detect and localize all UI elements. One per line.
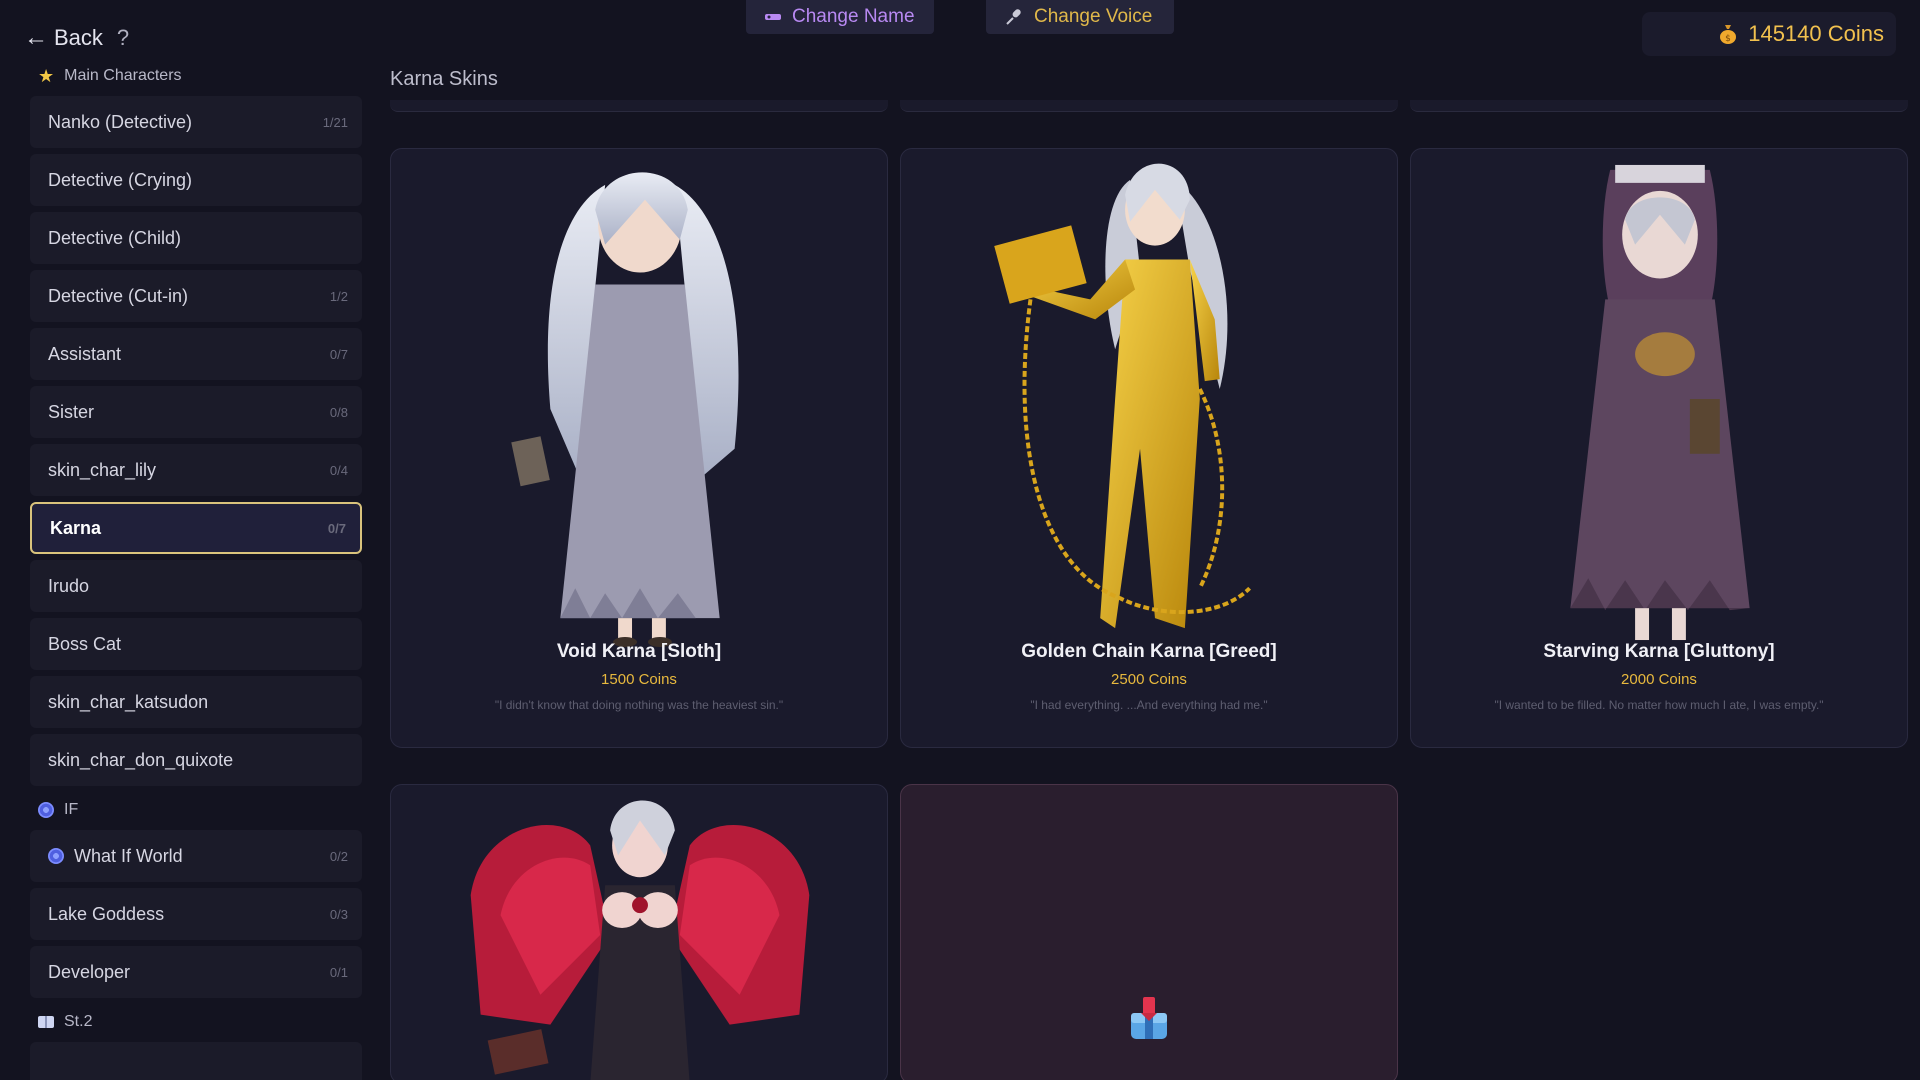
group-title: St.2 bbox=[64, 1013, 93, 1030]
skin-card-locked[interactable] bbox=[900, 784, 1398, 1080]
character-portrait-void-karna bbox=[511, 172, 739, 647]
skin-info: Golden Chain Karna [Greed] 2500 Coins "I… bbox=[901, 641, 1397, 712]
arrow-left-icon: ← bbox=[24, 24, 48, 51]
gift-box-icon bbox=[1131, 997, 1167, 1039]
sidebar-item-developer[interactable]: Developer 0/1 bbox=[30, 946, 362, 998]
section-title: Karna Skins bbox=[390, 68, 498, 90]
sidebar-item-label: Nanko (Detective) bbox=[48, 111, 193, 132]
sidebar-item-label: skin_char_don_quixote bbox=[48, 749, 234, 770]
previous-row-card-edge bbox=[900, 100, 1398, 112]
sidebar-item-label: Karna bbox=[50, 517, 102, 538]
group-header-st2: St.2 bbox=[28, 1008, 364, 1036]
sidebar-item-boss-cat[interactable]: Boss Cat bbox=[30, 618, 362, 670]
sidebar-item-irudo[interactable]: Irudo bbox=[30, 560, 362, 612]
skin-price: 2500 Coins bbox=[1111, 671, 1187, 688]
group-title: Main Characters bbox=[64, 67, 182, 84]
sidebar-item-label: Developer bbox=[48, 961, 131, 982]
sidebar-item-count: 1/2 bbox=[329, 288, 348, 304]
help-icon[interactable]: ? bbox=[117, 25, 129, 51]
sidebar-item-label: What If World bbox=[74, 845, 183, 866]
group-title: IF bbox=[64, 801, 79, 818]
sidebar-item-label: Detective (Cut-in) bbox=[48, 285, 189, 306]
sidebar-item-lake-goddess[interactable]: Lake Goddess 0/3 bbox=[30, 888, 362, 940]
change-voice-button[interactable]: Change Voice bbox=[986, 0, 1174, 34]
coin-bag-icon: $ bbox=[1720, 25, 1737, 44]
sidebar-item-label: Detective (Child) bbox=[48, 227, 182, 248]
sidebar-item-skin-char-don-quixote[interactable]: skin_char_don_quixote bbox=[30, 734, 362, 786]
svg-text:$: $ bbox=[1725, 34, 1731, 44]
skin-info: Void Karna [Sloth] 1500 Coins "I didn't … bbox=[391, 641, 887, 712]
skin-info: Starving Karna [Gluttony] 2000 Coins "I … bbox=[1411, 641, 1907, 712]
skin-name: Golden Chain Karna [Greed] bbox=[1021, 641, 1277, 662]
microphone-icon bbox=[1006, 9, 1021, 25]
sidebar-item-label-group: What If World bbox=[48, 846, 183, 867]
skin-name: Void Karna [Sloth] bbox=[556, 641, 722, 662]
swirl-icon bbox=[38, 802, 54, 818]
sidebar-item-label: skin_char_lily bbox=[48, 459, 157, 480]
sidebar-item-label: Assistant bbox=[48, 343, 122, 364]
skin-quote: "I had everything. ...And everything had… bbox=[1030, 698, 1268, 712]
previous-row-card-edge bbox=[1410, 100, 1908, 112]
character-portrait-red-feather-karna bbox=[470, 800, 810, 1080]
sidebar-item-count: 0/7 bbox=[329, 346, 348, 362]
sidebar-item-assistant[interactable]: Assistant 0/7 bbox=[30, 328, 362, 380]
sidebar-item-partial[interactable] bbox=[30, 1042, 362, 1080]
skin-card-void-karna[interactable]: Void Karna [Sloth] 1500 Coins "I didn't … bbox=[390, 148, 888, 748]
sidebar-item-skin-char-katsudon[interactable]: skin_char_katsudon bbox=[30, 676, 362, 728]
sidebar-item-detective-cut-in[interactable]: Detective (Cut-in) 1/2 bbox=[30, 270, 362, 322]
group-header-main-characters: ★ Main Characters bbox=[28, 62, 364, 90]
sidebar-item-nanko-detective[interactable]: Nanko (Detective) 1/21 bbox=[30, 96, 362, 148]
skin-name: Starving Karna [Gluttony] bbox=[1543, 641, 1775, 662]
sidebar-item-count: 1/21 bbox=[322, 114, 348, 130]
change-voice-label: Change Voice bbox=[1034, 6, 1153, 27]
sidebar-item-label: Lake Goddess bbox=[48, 903, 165, 924]
skin-card-red-feather-karna[interactable] bbox=[390, 784, 888, 1080]
skin-card-golden-chain-karna[interactable]: Golden Chain Karna [Greed] 2500 Coins "I… bbox=[900, 148, 1398, 748]
group-header-if: IF bbox=[28, 796, 364, 824]
sidebar-item-skin-char-lily[interactable]: skin_char_lily 0/4 bbox=[30, 444, 362, 496]
star-icon: ★ bbox=[38, 65, 55, 86]
skin-quote: "I didn't know that doing nothing was th… bbox=[494, 698, 784, 712]
back-label: Back bbox=[54, 25, 103, 50]
character-portrait-golden-chain-karna bbox=[994, 163, 1252, 629]
sidebar-item-count: 0/3 bbox=[329, 906, 348, 922]
sidebar-item-count: 0/4 bbox=[329, 462, 348, 478]
character-portrait-starving-karna bbox=[1570, 164, 1750, 641]
coins-display: $ 145140 Coins bbox=[1642, 12, 1896, 56]
book-icon bbox=[38, 1016, 54, 1028]
sidebar-item-label: Sister bbox=[48, 401, 95, 422]
skin-quote: "I wanted to be filled. No matter how mu… bbox=[1494, 698, 1824, 712]
sidebar-item-count: 0/2 bbox=[329, 848, 348, 864]
sidebar-item-detective-crying[interactable]: Detective (Crying) bbox=[30, 154, 362, 206]
sidebar-item-label: Boss Cat bbox=[48, 633, 122, 654]
name-tag-icon bbox=[765, 14, 781, 20]
sidebar-item-count: 0/8 bbox=[329, 404, 348, 420]
swirl-icon bbox=[48, 848, 64, 864]
back-button[interactable]: ← Back ? bbox=[24, 24, 129, 52]
previous-row-card-edge bbox=[390, 100, 888, 112]
change-name-button[interactable]: Change Name bbox=[746, 0, 934, 34]
skin-price: 1500 Coins bbox=[601, 671, 677, 688]
sidebar-item-what-if-world[interactable]: What If World 0/2 bbox=[30, 830, 362, 882]
sidebar-item-count: 0/7 bbox=[327, 520, 346, 536]
character-sidebar: ★ Main Characters Nanko (Detective) 1/21… bbox=[28, 62, 364, 1080]
skin-card-starving-karna[interactable]: Starving Karna [Gluttony] 2000 Coins "I … bbox=[1410, 148, 1908, 748]
change-name-label: Change Name bbox=[792, 6, 915, 27]
sidebar-item-count: 0/1 bbox=[329, 964, 348, 980]
skin-price: 2000 Coins bbox=[1621, 671, 1697, 688]
coins-amount: 145140 Coins bbox=[1748, 21, 1884, 46]
sidebar-item-sister[interactable]: Sister 0/8 bbox=[30, 386, 362, 438]
sidebar-item-label: Irudo bbox=[48, 575, 90, 596]
sidebar-item-karna[interactable]: Karna 0/7 bbox=[30, 502, 362, 554]
sidebar-item-detective-child[interactable]: Detective (Child) bbox=[30, 212, 362, 264]
sidebar-item-label: Detective (Crying) bbox=[48, 169, 193, 190]
sidebar-item-label: skin_char_katsudon bbox=[48, 691, 209, 712]
